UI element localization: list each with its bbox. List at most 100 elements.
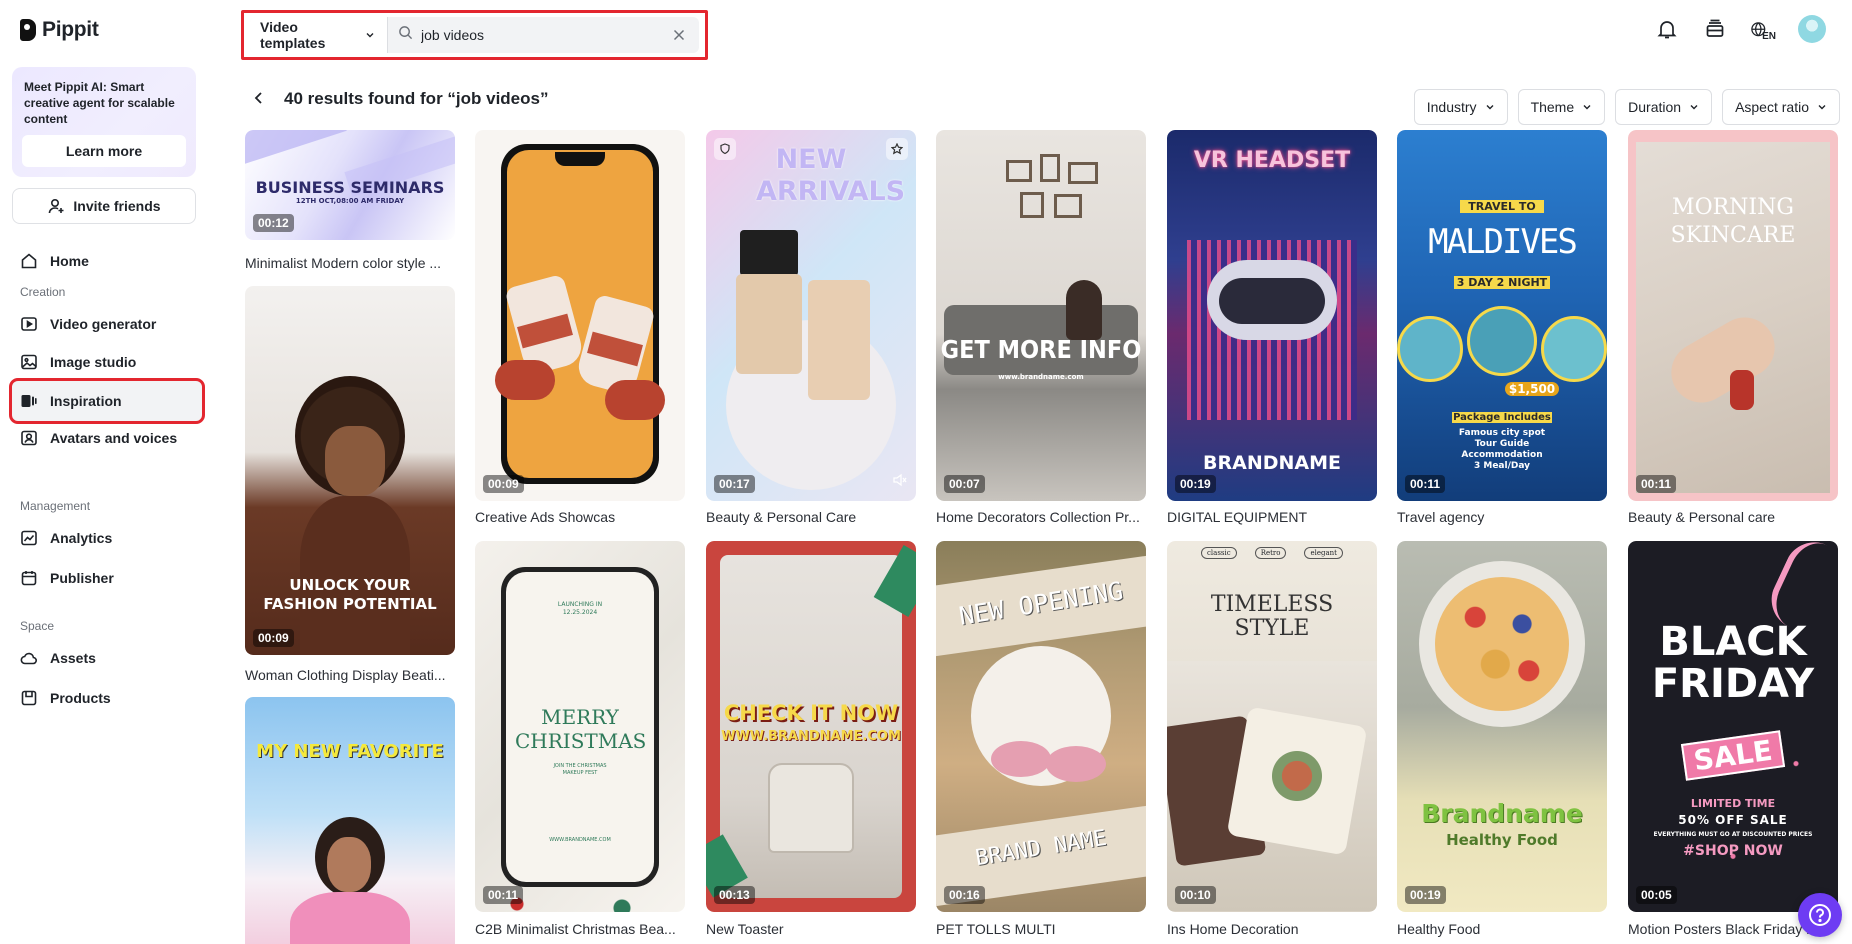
template-card[interactable]: GET MORE INFO www.brandname.com 00:07 xyxy=(936,130,1146,501)
thumbnail-subtext: www.brandname.com xyxy=(998,373,1084,381)
template-title[interactable]: Creative Ads Showcas xyxy=(475,509,685,525)
search-input[interactable] xyxy=(421,27,661,43)
chevron-down-icon xyxy=(1583,105,1591,110)
inspiration-icon xyxy=(20,392,38,410)
template-title[interactable]: Healthy Food xyxy=(1397,921,1607,937)
sidebar-item-publisher[interactable]: Publisher xyxy=(12,559,204,597)
template-card[interactable]: TRAVEL TO MALDIVES 3 DAY 2 NIGHT $1,500 … xyxy=(1397,130,1607,501)
duration-badge: 00:09 xyxy=(253,629,294,647)
thumbnail-subtext: 12TH OCT,08:00 AM FRIDAY xyxy=(295,197,405,205)
template-title[interactable]: Travel agency xyxy=(1397,509,1607,525)
thumbnail-text: BLACK FRIDAY xyxy=(1651,619,1815,707)
brand-logo[interactable]: Pippit xyxy=(20,18,99,42)
invite-friends-button[interactable]: Invite friends xyxy=(12,188,196,224)
sidebar-item-home[interactable]: Home xyxy=(12,242,204,280)
template-thumbnail: VR HEADSET BRANDNAME 00:19 xyxy=(1167,130,1377,501)
template-thumbnail: NEW OPENING BRAND NAME 00:16 xyxy=(936,541,1146,912)
template-thumbnail: CHECK IT NOW WWW.BRANDNAME.COM 00:13 xyxy=(706,541,916,912)
help-button[interactable] xyxy=(1798,893,1842,937)
duration-badge: 00:13 xyxy=(714,886,755,904)
template-title[interactable]: New Toaster xyxy=(706,921,916,937)
duration-badge: 00:11 xyxy=(483,886,524,904)
filter-industry[interactable]: Industry xyxy=(1413,89,1508,125)
back-arrow-icon[interactable] xyxy=(250,89,268,107)
template-card[interactable]: MY NEW FAVORITE xyxy=(245,697,455,944)
promo-line: #SHOP NOW xyxy=(1683,843,1783,859)
chevron-down-icon xyxy=(1486,105,1494,110)
thumbnail-text: MERRY CHRISTMAS xyxy=(515,705,647,753)
template-title[interactable]: C2B Minimalist Christmas Bea... xyxy=(475,921,685,937)
sidebar-item-avatars-voices[interactable]: Avatars and voices xyxy=(12,419,204,457)
filter-theme[interactable]: Theme xyxy=(1517,89,1606,125)
filter-duration[interactable]: Duration xyxy=(1615,89,1713,125)
template-card[interactable]: VR HEADSET BRANDNAME 00:19 xyxy=(1167,130,1377,501)
template-title[interactable]: Home Decorators Collection Pr... xyxy=(936,509,1146,525)
duration-badge: 00:09 xyxy=(483,475,524,493)
template-title[interactable]: Minimalist Modern color style ... xyxy=(245,255,455,271)
filter-label: Duration xyxy=(1628,99,1682,115)
sidebar-item-analytics[interactable]: Analytics xyxy=(12,519,204,557)
template-thumbnail: BLACK FRIDAY SALE LIMITED TIME 50% OFF S… xyxy=(1628,541,1838,912)
template-type-dropdown[interactable]: Video templates xyxy=(250,17,388,53)
sidebar-item-video-generator[interactable]: Video generator xyxy=(12,305,204,343)
sidebar-item-inspiration[interactable]: Inspiration xyxy=(9,378,205,424)
template-title[interactable]: Beauty & Personal care xyxy=(1628,509,1838,525)
language-code: EN xyxy=(1762,31,1776,42)
template-card[interactable]: NEW ARRIVALS 00:17 xyxy=(706,130,916,501)
template-card[interactable]: BLACK FRIDAY SALE LIMITED TIME 50% OFF S… xyxy=(1628,541,1838,912)
product-box-icon xyxy=(20,689,38,707)
sidebar-item-products[interactable]: Products xyxy=(12,679,204,717)
promo-card: Meet Pippit AI: Smart creative agent for… xyxy=(12,67,196,177)
template-card[interactable]: BUSINESS SEMINARS 12TH OCT,08:00 AM FRID… xyxy=(245,130,455,240)
clear-search-icon[interactable] xyxy=(669,25,689,45)
video-generator-icon xyxy=(20,315,38,333)
template-title[interactable]: Beauty & Personal Care xyxy=(706,509,916,525)
template-card[interactable]: 00:09 xyxy=(475,130,685,501)
thumbnail-text: GET MORE INFO xyxy=(940,335,1142,364)
notification-bell-icon[interactable] xyxy=(1654,16,1680,42)
chevron-down-icon xyxy=(1818,105,1826,110)
sidebar-item-assets[interactable]: Assets xyxy=(12,639,204,677)
template-title[interactable]: Woman Clothing Display Beati... xyxy=(245,667,455,683)
template-card[interactable]: MORNING SKINCARE 00:11 xyxy=(1628,130,1838,501)
style-tag: Retro xyxy=(1254,547,1287,559)
duration-badge: 00:11 xyxy=(1405,475,1446,493)
template-card[interactable]: LAUNCHING IN 12.25.2024 MERRY CHRISTMAS … xyxy=(475,541,685,912)
template-title[interactable]: Ins Home Decoration xyxy=(1167,921,1377,937)
language-selector[interactable]: EN xyxy=(1750,16,1776,42)
price-tag: $1,500 xyxy=(1505,382,1559,396)
sidebar-item-image-studio[interactable]: Image studio xyxy=(12,343,204,381)
add-user-icon xyxy=(47,197,65,215)
package-line: Famous city spot xyxy=(1458,428,1546,438)
user-avatar[interactable] xyxy=(1798,15,1826,43)
sidebar-item-label: Analytics xyxy=(50,530,113,546)
template-card[interactable]: NEW OPENING BRAND NAME 00:16 xyxy=(936,541,1146,912)
thumbnail-subtext: JOIN THE CHRISTMAS MAKEUP FEST xyxy=(553,763,607,776)
thumbnail-text: TIMELESS STYLE xyxy=(1210,592,1334,641)
duration-badge: 00:05 xyxy=(1636,886,1677,904)
learn-more-button[interactable]: Learn more xyxy=(22,135,186,167)
template-thumbnail: TRAVEL TO MALDIVES 3 DAY 2 NIGHT $1,500 … xyxy=(1397,130,1607,501)
app-root: Pippit Meet Pippit AI: Smart creative ag… xyxy=(0,0,1852,944)
thumbnail-text: Brandname xyxy=(1421,799,1583,828)
template-card[interactable]: UNLOCK YOUR FASHION POTENTIAL 00:09 xyxy=(245,286,455,655)
sidebar-item-label: Products xyxy=(50,690,111,706)
inbox-stack-icon[interactable] xyxy=(1702,16,1728,42)
template-card[interactable]: Brandname Healthy Food 00:19 xyxy=(1397,541,1607,912)
mute-icon[interactable] xyxy=(892,472,908,493)
sidebar-item-label: Inspiration xyxy=(50,393,122,409)
template-thumbnail: NEW ARRIVALS 00:17 xyxy=(706,130,916,501)
thumbnail-subtext: SALE xyxy=(1680,730,1786,781)
chevron-down-icon xyxy=(1690,105,1698,110)
filter-aspect-ratio[interactable]: Aspect ratio xyxy=(1722,89,1840,125)
template-card[interactable]: classic Retro elegant TIMELESS STYLE 00:… xyxy=(1167,541,1377,912)
section-creation: Creation xyxy=(20,285,66,299)
duration-badge: 00:17 xyxy=(714,475,755,493)
calendar-icon xyxy=(20,569,38,587)
home-icon xyxy=(20,252,38,270)
template-title[interactable]: PET TOLLS MULTI xyxy=(936,921,1146,937)
template-card[interactable]: CHECK IT NOW WWW.BRANDNAME.COM 00:13 xyxy=(706,541,916,912)
pippit-logo-icon xyxy=(20,19,36,41)
chevron-down-icon xyxy=(365,27,375,43)
template-title[interactable]: DIGITAL EQUIPMENT xyxy=(1167,509,1377,525)
